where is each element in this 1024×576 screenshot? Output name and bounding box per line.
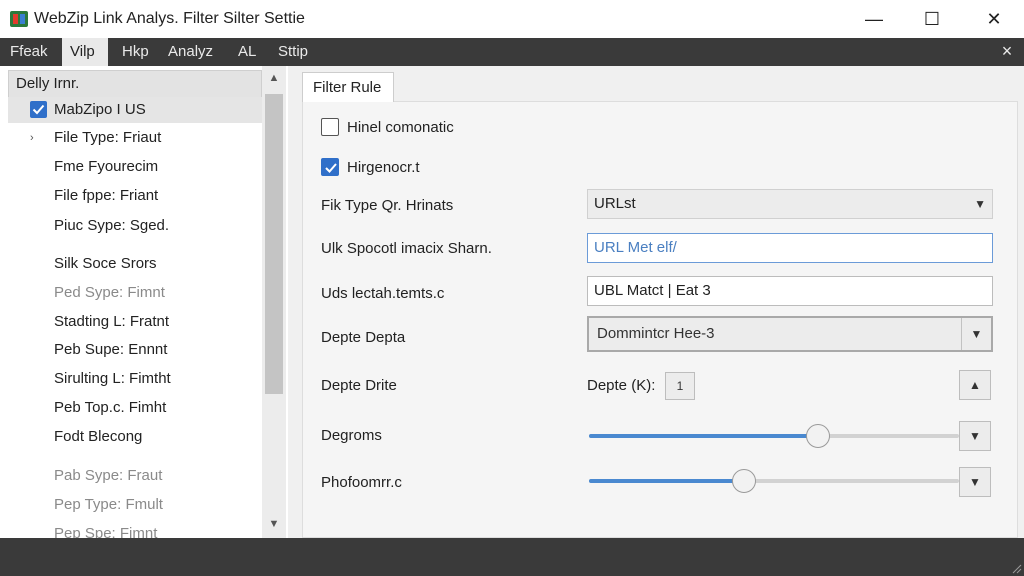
file-type-value: URLst: [594, 195, 636, 212]
url-spec-input[interactable]: URL Met elf/: [587, 233, 993, 263]
menu-item-vilp[interactable]: Vilp: [62, 38, 108, 66]
depth-drive-label: Depte Drite: [321, 377, 397, 394]
degroms-label: Degroms: [321, 427, 382, 444]
tree-pane: Delly Irnr. MabZipo I US › File Type: Fr…: [0, 66, 288, 538]
hinel-comonatic-label: Hinel comonatic: [347, 119, 454, 136]
tree-item-label: Silk Soce Srors: [54, 255, 157, 272]
slider-knob[interactable]: [806, 424, 830, 448]
tree-item-label: Fme Fyourecim: [54, 158, 159, 175]
tree-item-label: Ped Sype: Fimnt: [54, 284, 165, 301]
tree-scrollbar[interactable]: ▲ ▼: [262, 66, 286, 538]
tree-item[interactable]: File fppe: Friant: [8, 183, 262, 209]
maximize-button[interactable]: ☐: [902, 0, 962, 38]
depth-label: Depte Depta: [321, 329, 406, 346]
tree-item-label: Stadting L: Fratnt: [54, 313, 170, 330]
tree-item-label: File fppe: Friant: [54, 187, 159, 204]
menu-item-hkp[interactable]: Hkp: [114, 38, 157, 66]
filter-rule-panel: Hinel comonatic Hirgenocr.t Fik Type Qr.…: [302, 101, 1018, 538]
close-button[interactable]: ✕: [964, 0, 1024, 38]
chevron-right-icon[interactable]: ›: [30, 125, 34, 151]
chevron-down-icon: ▼: [974, 197, 986, 211]
tree-item[interactable]: Pab Sype: Fraut: [8, 463, 262, 489]
tab-filter-rule[interactable]: Filter Rule: [302, 72, 394, 102]
window-title: WebZip Link Analys. Filter Silter Settie: [34, 10, 305, 27]
hirgenocr-label: Hirgenocr.t: [347, 159, 420, 176]
slider-fill: [589, 479, 744, 483]
tree-item[interactable]: Peb Top.c. Fimht: [8, 395, 262, 421]
tree-item-label: Peb Supe: Ennnt: [54, 341, 168, 358]
tree-header: Delly Irnr.: [8, 70, 262, 98]
depth-value: Dommintcr Hee-3: [597, 325, 715, 342]
filter-pane: Hinel comonatic Hirgenocr.t Fik Type Qr.…: [302, 66, 1018, 538]
checked-checkbox-icon[interactable]: [30, 101, 47, 118]
tree-item-root[interactable]: MabZipo I US: [8, 97, 262, 123]
depth-k-label: Depte (K):: [587, 377, 656, 394]
chevron-up-icon[interactable]: ▲: [959, 370, 991, 400]
tree-item[interactable]: Silk Soce Srors: [8, 251, 262, 277]
phofo-label: Phofoomrr.c: [321, 474, 402, 491]
tree-item[interactable]: Piuc Sype: Sged.: [8, 213, 262, 239]
degroms-slider[interactable]: [589, 423, 959, 449]
menubar-close-icon[interactable]: ×: [996, 38, 1018, 66]
file-type-label: Fik Type Qr. Hrinats: [321, 197, 454, 214]
tree-item[interactable]: Ped Sype: Fimnt: [8, 280, 262, 306]
chevron-down-icon[interactable]: ▼: [959, 421, 991, 451]
menu-item-sttip[interactable]: Sttip: [270, 38, 316, 66]
tree-item[interactable]: Peb Supe: Ennnt: [8, 337, 262, 363]
checkmark-icon: [325, 163, 337, 173]
chevron-down-icon[interactable]: ▼: [959, 467, 991, 497]
tree-item-label: Pab Sype: Fraut: [54, 467, 163, 484]
title-bar: WebZip Link Analys. Filter Silter Settie…: [0, 0, 1024, 38]
app-logo-icon: [10, 11, 28, 27]
menu-item-analyz[interactable]: Analyz: [160, 38, 221, 66]
slider-knob[interactable]: [732, 469, 756, 493]
chevron-down-icon: ▼: [961, 318, 991, 350]
tree-item[interactable]: Fme Fyourecim: [8, 154, 262, 180]
tree-item[interactable]: Stadting L: Fratnt: [8, 309, 262, 335]
url-spec-label: Ulk Spocotl imacix Sharn.: [321, 240, 492, 257]
tree-item-label: File Type: Friaut: [54, 129, 162, 146]
tree-item-label: Piuc Sype: Sged.: [54, 217, 170, 234]
scroll-down-icon[interactable]: ▼: [262, 512, 286, 536]
minimize-button[interactable]: —: [844, 0, 904, 38]
hinel-comonatic-checkbox[interactable]: [321, 118, 339, 136]
tree-item-label: Fodt Blecong: [54, 428, 143, 445]
status-bar: [0, 538, 1024, 576]
menu-item-al[interactable]: AL: [230, 38, 264, 66]
resize-grip-icon[interactable]: [1012, 564, 1022, 574]
tree-item[interactable]: Fodt Blecong: [8, 424, 262, 450]
tree-item[interactable]: Sirulting L: Fimtht: [8, 366, 262, 392]
phofo-slider[interactable]: [589, 468, 959, 494]
scroll-up-icon[interactable]: ▲: [262, 66, 286, 90]
slider-fill: [589, 434, 818, 438]
depth-dropdown[interactable]: Dommintcr Hee-3 ▼: [587, 316, 993, 352]
file-type-dropdown[interactable]: URLst ▼: [587, 189, 993, 219]
uds-input[interactable]: UBL Matct | Eat 3: [587, 276, 993, 306]
tree-item[interactable]: Pep Spe: Fimnt: [8, 521, 262, 538]
tree-item-label: Pep Type: Fmult: [54, 496, 163, 513]
menu-item-ffeak[interactable]: Ffeak: [2, 38, 56, 66]
menu-bar: Ffeak Vilp Hkp Analyz AL Sttip ×: [0, 38, 1024, 66]
hirgenocr-checkbox[interactable]: [321, 158, 339, 176]
tree-item[interactable]: › File Type: Friaut: [8, 125, 262, 151]
tree-item-label: MabZipo I US: [54, 101, 146, 118]
depth-spin-input[interactable]: 1: [665, 372, 695, 400]
tree-item-label: Pep Spe: Fimnt: [54, 525, 158, 538]
tree-item-label: Peb Top.c. Fimht: [54, 399, 167, 416]
tree-item-label: Sirulting L: Fimtht: [54, 370, 171, 387]
uds-label: Uds lectah.temts.c: [321, 285, 445, 302]
tree-item[interactable]: Pep Type: Fmult: [8, 492, 262, 518]
scrollbar-thumb[interactable]: [265, 94, 283, 394]
